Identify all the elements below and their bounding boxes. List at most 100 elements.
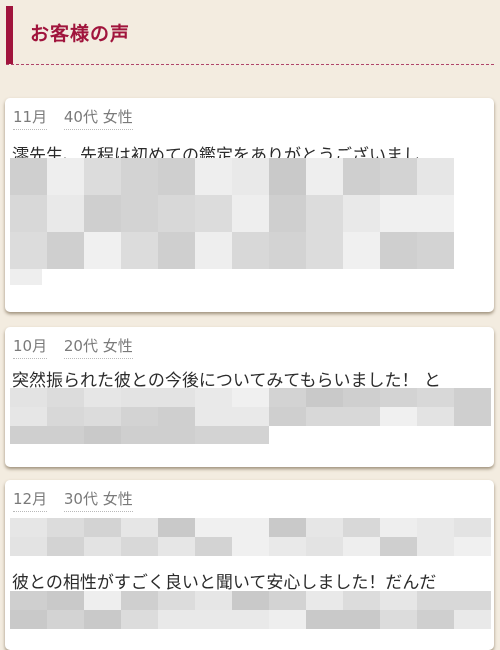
header-accent-bar <box>6 6 13 64</box>
mosaic-tile <box>417 610 454 629</box>
mosaic-tile <box>84 610 121 629</box>
mosaic-tile <box>121 537 158 556</box>
mosaic-tile <box>380 407 417 426</box>
mosaic-tile <box>232 426 269 444</box>
mosaic-tile <box>10 158 47 195</box>
testimonial-card: 11月 40代 女性 澪先生、先程は初めての鑑定をありがとうございまし <box>5 98 494 312</box>
mosaic-tile <box>343 388 380 407</box>
mosaic-tile <box>10 518 47 537</box>
mosaic-tile <box>380 537 417 556</box>
mosaic-tile <box>454 518 491 537</box>
mosaic-tile <box>10 388 47 407</box>
mosaic-tile <box>158 518 195 537</box>
testimonial-card: 12月 30代 女性 彼との相性がすごく良いと聞いて安心しました！だんだ <box>5 480 494 650</box>
mosaic-tile <box>380 232 417 269</box>
mosaic-tile <box>269 158 306 195</box>
mosaic-tile <box>195 232 232 269</box>
mosaic-tile <box>47 232 84 269</box>
mosaic-tile <box>269 537 306 556</box>
mosaic-tile <box>417 232 454 269</box>
mosaic-tile <box>10 610 47 629</box>
mosaic-tile <box>121 195 158 232</box>
mosaic-tile <box>306 195 343 232</box>
pixelated-text-block <box>10 591 491 629</box>
mosaic-tile <box>158 591 195 610</box>
testimonial-age-gender: 40代 女性 <box>63 106 133 130</box>
mosaic-tile <box>121 591 158 610</box>
mosaic-tile <box>343 518 380 537</box>
mosaic-tile <box>84 591 121 610</box>
mosaic-tile <box>158 537 195 556</box>
mosaic-tile <box>84 232 121 269</box>
mosaic-tile <box>158 407 195 426</box>
mosaic-tile <box>380 518 417 537</box>
mosaic-tile <box>417 518 454 537</box>
mosaic-tile <box>47 591 84 610</box>
mosaic-tile <box>10 195 47 232</box>
mosaic-tile <box>417 158 454 195</box>
mosaic-tile <box>158 158 195 195</box>
mosaic-tile <box>232 591 269 610</box>
mosaic-tile <box>343 591 380 610</box>
testimonial-age-gender: 30代 女性 <box>63 488 133 512</box>
mosaic-tile <box>306 610 343 629</box>
mosaic-tile <box>232 195 269 232</box>
mosaic-tile <box>306 388 343 407</box>
mosaic-tile <box>47 426 84 444</box>
mosaic-tile <box>10 407 47 426</box>
section-header: お客様の声 <box>0 0 500 66</box>
mosaic-tile <box>380 195 417 232</box>
mosaic-tile <box>269 195 306 232</box>
pixelated-text-block <box>10 426 269 444</box>
mosaic-tile <box>417 388 454 407</box>
mosaic-tile <box>269 610 306 629</box>
testimonial-meta: 10月 20代 女性 <box>13 335 145 359</box>
mosaic-tile <box>417 537 454 556</box>
mosaic-tile <box>84 537 121 556</box>
header-divider <box>6 64 494 65</box>
mosaic-tile <box>195 195 232 232</box>
testimonial-month: 10月 <box>13 335 48 359</box>
mosaic-tile <box>84 388 121 407</box>
mosaic-tile <box>306 407 343 426</box>
mosaic-tile <box>47 388 84 407</box>
mosaic-tile <box>84 407 121 426</box>
mosaic-tile <box>269 407 306 426</box>
mosaic-tile <box>84 518 121 537</box>
testimonial-month: 12月 <box>13 488 48 512</box>
section-title: お客様の声 <box>30 23 131 45</box>
mosaic-tile <box>343 610 380 629</box>
mosaic-tile <box>232 232 269 269</box>
mosaic-tile <box>84 158 121 195</box>
mosaic-tile <box>47 407 84 426</box>
mosaic-tile <box>232 407 269 426</box>
mosaic-tile <box>454 407 491 426</box>
testimonial-age-gender: 20代 女性 <box>63 335 133 359</box>
mosaic-tile <box>232 388 269 407</box>
mosaic-tile <box>158 426 195 444</box>
mosaic-tile <box>47 158 84 195</box>
mosaic-tile <box>343 407 380 426</box>
mosaic-tile <box>10 591 47 610</box>
mosaic-tile <box>10 232 47 269</box>
mosaic-tile <box>343 158 380 195</box>
mosaic-tile <box>454 610 491 629</box>
mosaic-tile <box>454 388 491 407</box>
mosaic-tile <box>232 537 269 556</box>
mosaic-tile <box>195 388 232 407</box>
mosaic-tile <box>417 591 454 610</box>
testimonial-text: 彼との相性がすごく良いと聞いて安心しました！だんだ <box>12 573 437 593</box>
mosaic-tile <box>195 610 232 629</box>
mosaic-tile <box>158 195 195 232</box>
mosaic-tile <box>269 518 306 537</box>
mosaic-tile <box>306 518 343 537</box>
mosaic-tile <box>121 426 158 444</box>
mosaic-tile <box>380 610 417 629</box>
mosaic-tile <box>269 232 306 269</box>
mosaic-tile <box>306 232 343 269</box>
mosaic-tile <box>158 388 195 407</box>
mosaic-tile <box>10 269 42 285</box>
mosaic-tile <box>195 518 232 537</box>
mosaic-tile <box>380 388 417 407</box>
mosaic-tile <box>417 407 454 426</box>
